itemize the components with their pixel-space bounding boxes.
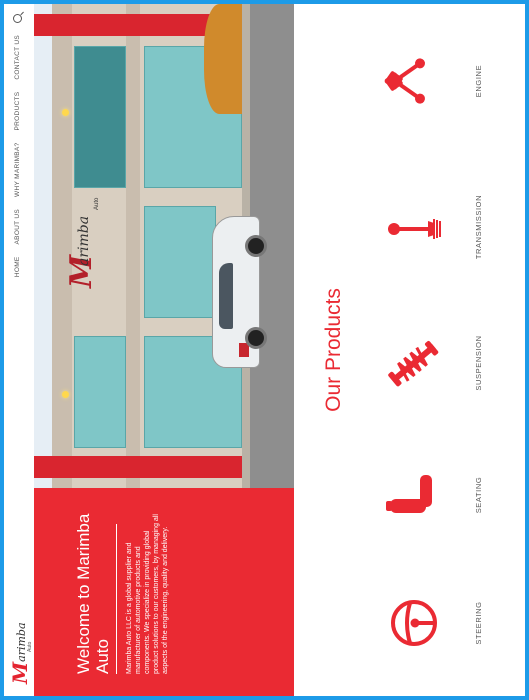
window-panel [144,206,216,318]
site-logo[interactable]: M arimba Auto [8,622,33,684]
gear-shift-icon [388,219,441,239]
product-engine[interactable]: ENGINE [354,26,514,136]
engine-pistons-icon [384,58,425,104]
product-label: STEERING [474,601,483,645]
car-window [219,263,233,329]
product-seating[interactable]: SEATING [354,440,514,550]
welcome-panel: Welcome to Marimba Auto Marimba Auto LLC… [34,488,294,696]
welcome-heading: Welcome to Marimba Auto [74,513,112,674]
logo-subtitle: Auto [27,641,33,652]
product-label: SEATING [474,476,483,514]
product-transmission[interactable]: TRANSMISSION [354,172,514,282]
main-nav: HOME ABOUT US WHY MARIMBA? PRODUCTS CONT… [13,14,22,277]
product-label: SUSPENSION [474,335,483,391]
red-pillar [34,456,242,478]
nav-item-about-us[interactable]: ABOUT US [14,209,21,245]
sign-wordmark: arimba [76,215,92,266]
hero-section: Welcome to Marimba Auto Marimba Auto LLC… [34,4,294,696]
products-grid: STEERING SEATING SUSPENSION TRANSMISSION… [354,4,514,696]
screenshot-frame: M arimba Auto HOME ABOUT US WHY MARIMBA?… [0,0,529,700]
building-sign: M arimba Auto [64,158,114,288]
search-icon[interactable] [13,14,22,23]
sign-subtitle: Auto [94,197,100,210]
facade-band [126,4,140,488]
nav-item-contact-us[interactable]: CONTACT US [14,35,21,80]
heading-divider [116,524,117,674]
product-label: ENGINE [474,64,483,98]
welcome-text: Marimba Auto LLC is a global supplier an… [126,514,169,674]
logo-initial: M [8,661,32,684]
steering-wheel-icon [391,600,437,646]
building-photo: M arimba Auto [34,4,294,488]
nav-item-why-marimba[interactable]: WHY MARIMBA? [14,143,21,197]
site-header: M arimba Auto HOME ABOUT US WHY MARIMBA?… [4,4,35,696]
parked-car [212,216,267,368]
photo-sky [34,4,54,488]
product-suspension[interactable]: SUSPENSION [354,308,514,418]
car-wheel [245,327,267,349]
page: M arimba Auto HOME ABOUT US WHY MARIMBA?… [4,4,525,696]
nav-item-home[interactable]: HOME [14,256,21,277]
wall-lamp [62,391,69,398]
products-title: Our Products [322,288,345,412]
car-seat-icon [386,475,432,513]
window-panel [74,336,126,448]
shock-absorber-icon [388,340,439,387]
nav-item-products[interactable]: PRODUCTS [14,92,21,131]
wall-lamp [62,109,69,116]
shrubs [204,4,242,114]
product-label: TRANSMISSION [474,194,483,260]
product-steering[interactable]: STEERING [354,568,514,678]
car-wheel [245,235,267,257]
